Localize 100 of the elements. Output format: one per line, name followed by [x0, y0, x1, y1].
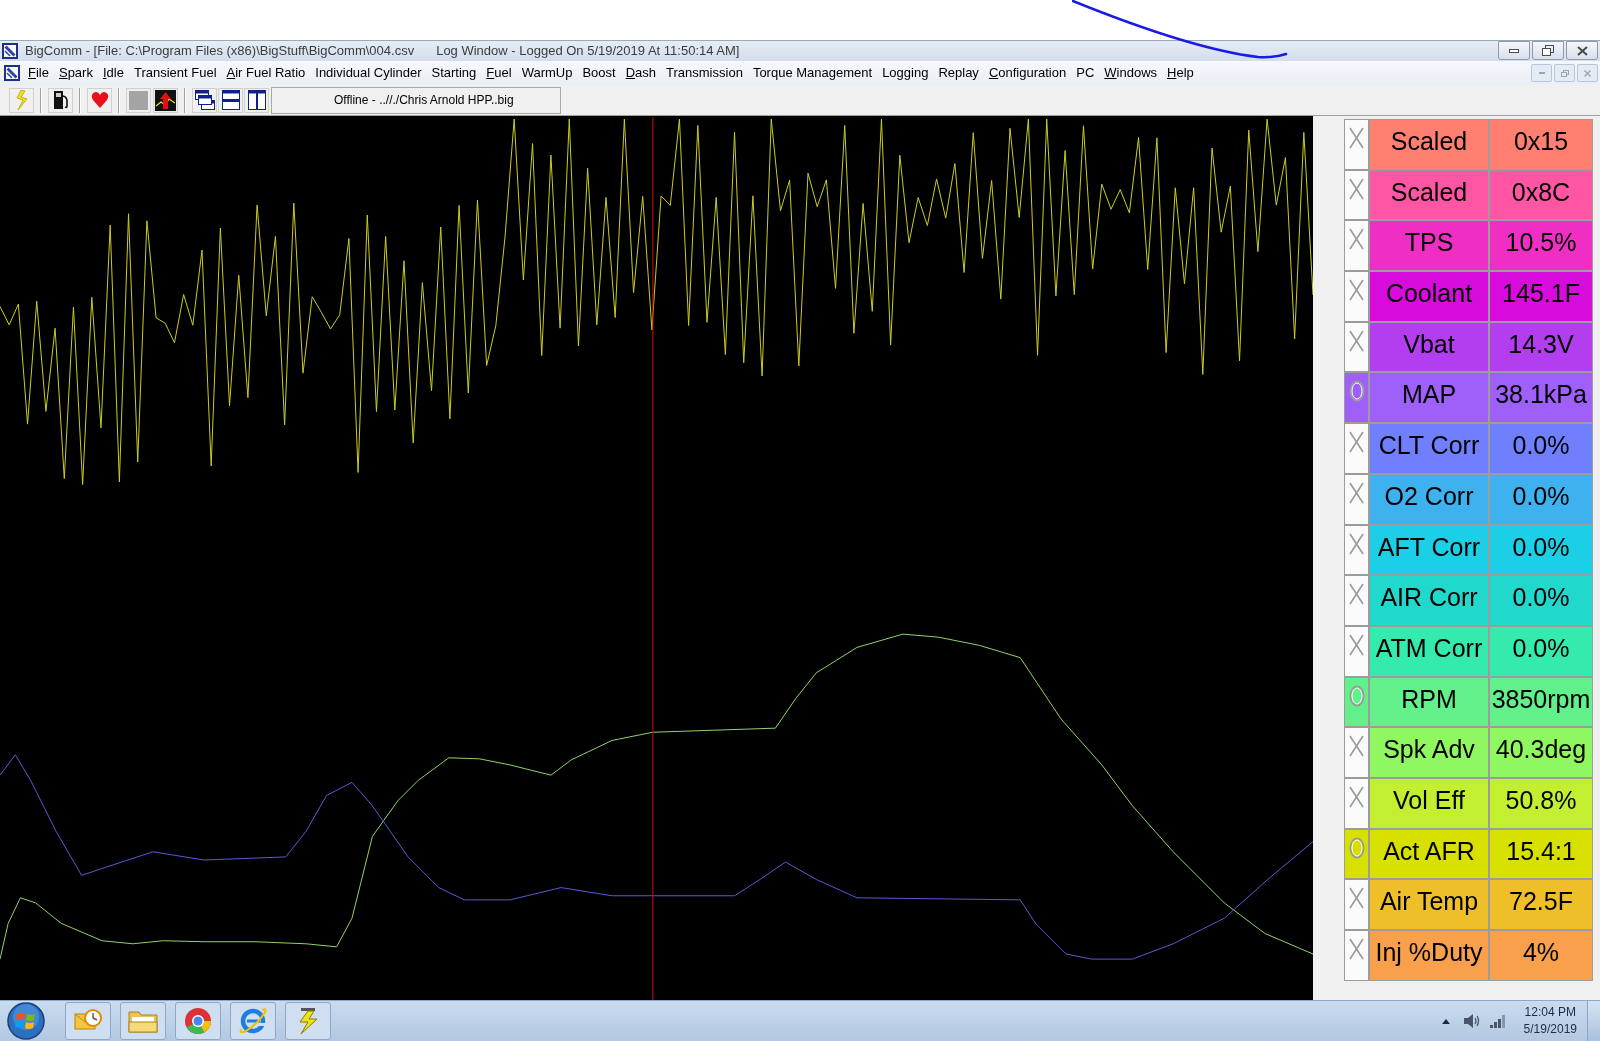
- plot-toggle[interactable]: [1344, 119, 1369, 170]
- channel-name: Scaled: [1369, 119, 1489, 170]
- plot-toggle[interactable]: [1344, 473, 1369, 525]
- browser-button[interactable]: [175, 1002, 221, 1040]
- channel-name: Vbat: [1369, 321, 1489, 373]
- lightning-button[interactable]: [9, 87, 34, 113]
- tile-vertical-button[interactable]: [244, 87, 269, 113]
- menu-item[interactable]: WarmUp: [516, 63, 578, 83]
- restore-icon: [1560, 69, 1569, 77]
- minimize-button[interactable]: [1498, 41, 1530, 60]
- x-icon: [1349, 228, 1364, 251]
- channel-value: 72.5F: [1489, 879, 1593, 930]
- plot-toggle[interactable]: [1344, 828, 1369, 880]
- channel-name: RPM: [1369, 676, 1489, 728]
- channel-name: Spk Adv: [1369, 727, 1489, 778]
- square-icon: [129, 90, 148, 110]
- channel-value: 0.0%: [1489, 625, 1593, 677]
- channel-value: 0x8C: [1489, 169, 1593, 221]
- plot-toggle[interactable]: [1344, 777, 1369, 829]
- lightning-icon: [14, 90, 29, 110]
- plot-toggle[interactable]: [1344, 625, 1369, 677]
- minimize-icon: [1538, 72, 1545, 74]
- cascade-windows-button[interactable]: [192, 87, 217, 113]
- signal-bars-icon: [1489, 1014, 1506, 1028]
- document-logo-icon: [4, 65, 20, 81]
- x-icon: [1349, 735, 1364, 758]
- start-button[interactable]: [6, 1002, 46, 1040]
- plot-toggle[interactable]: [1344, 676, 1369, 728]
- plot-toggle[interactable]: [1344, 879, 1369, 930]
- menu-item[interactable]: Fuel: [481, 63, 517, 83]
- chart-arrow-button[interactable]: [153, 87, 178, 113]
- clock-time: 12:04 PM: [1524, 1004, 1576, 1021]
- plot-toggle[interactable]: [1344, 169, 1369, 221]
- heart-icon: [90, 91, 109, 109]
- channel-value: 38.1kPa: [1489, 372, 1593, 424]
- heart-button[interactable]: [87, 87, 112, 113]
- channel-name: Vol Eff: [1369, 777, 1489, 829]
- tile-horizontal-button[interactable]: [218, 87, 243, 113]
- menu-item[interactable]: Individual Cylinder: [310, 63, 427, 83]
- close-icon: [1576, 45, 1588, 56]
- lightning-app-button[interactable]: [285, 1002, 331, 1040]
- window-title: BigComm - [File: C:\Program Files (x86)\BigStuff\BigComm\004.csv: [25, 42, 415, 61]
- channel-name: O2 Corr: [1369, 473, 1489, 525]
- app-logo-icon: [2, 43, 18, 59]
- menu-item[interactable]: PC: [1071, 63, 1100, 83]
- plot-toggle[interactable]: [1344, 930, 1369, 981]
- channel-name: AFT Corr: [1369, 524, 1489, 576]
- minimize-icon: [1509, 48, 1519, 53]
- menu-item[interactable]: Logging: [877, 63, 934, 83]
- volume-button[interactable]: [1461, 1011, 1482, 1031]
- plot-toggle[interactable]: [1344, 220, 1369, 272]
- fuel-pump-button[interactable]: [48, 87, 73, 113]
- fuel-pump-icon: [52, 90, 69, 110]
- menu-item[interactable]: Starting: [426, 63, 482, 83]
- menu-item[interactable]: File: [23, 63, 54, 83]
- speaker-icon: [1462, 1013, 1481, 1029]
- x-icon: [1349, 329, 1364, 352]
- menu-item[interactable]: Help: [1162, 63, 1199, 83]
- close-button[interactable]: [1566, 41, 1598, 60]
- x-icon: [1349, 583, 1364, 606]
- cascade-windows-icon: [194, 90, 215, 110]
- show-desktop-button[interactable]: [1587, 1001, 1600, 1041]
- menu-item[interactable]: Configuration: [983, 63, 1072, 83]
- menu-item[interactable]: Transient Fuel: [128, 63, 222, 83]
- menu-item[interactable]: Boost: [577, 63, 621, 83]
- menu-item[interactable]: Spark: [53, 63, 98, 83]
- channel-value: 145.1F: [1489, 271, 1593, 322]
- plot-toggle[interactable]: [1344, 321, 1369, 373]
- web-browser-button[interactable]: [230, 1002, 276, 1040]
- plot-toggle[interactable]: [1344, 423, 1369, 474]
- channel-name: Coolant: [1369, 271, 1489, 322]
- clock-date: 5/19/2019: [1523, 1021, 1577, 1038]
- caret-up-icon: [1441, 1018, 1450, 1024]
- plot-toggle[interactable]: [1344, 524, 1369, 576]
- menu-item[interactable]: Dash: [620, 63, 662, 83]
- status-field: Offline - ..//./Chris Arnold HPP..big: [271, 86, 561, 114]
- folder-button[interactable]: [120, 1002, 166, 1040]
- menu-item[interactable]: Torque Management: [747, 63, 878, 83]
- restore-button[interactable]: [1532, 41, 1564, 60]
- menu-item[interactable]: Transmission: [661, 63, 748, 83]
- ring-icon: [1348, 684, 1365, 707]
- channel-value: 0.0%: [1489, 423, 1593, 474]
- plot-toggle[interactable]: [1344, 575, 1369, 626]
- mail-clock-button[interactable]: [65, 1002, 111, 1040]
- plot-toggle[interactable]: [1344, 727, 1369, 778]
- channel-name: CLT Corr: [1369, 423, 1489, 474]
- channel-value: 14.3V: [1489, 321, 1593, 373]
- document-title: Log Window - Logged On 5/19/2019 At 11:50:14 AM]: [436, 42, 740, 61]
- plot-toggle[interactable]: [1344, 271, 1369, 322]
- channel-name: Act AFR: [1369, 828, 1489, 880]
- windows-logo-icon: [7, 1002, 45, 1040]
- menu-item[interactable]: Replay: [933, 63, 984, 83]
- plot-toggle[interactable]: [1344, 372, 1369, 424]
- x-icon: [1349, 938, 1364, 960]
- menu-item[interactable]: Idle: [97, 63, 129, 83]
- channel-name: AIR Corr: [1369, 575, 1489, 626]
- menu-item[interactable]: Air Fuel Ratio: [221, 63, 311, 83]
- menu-item[interactable]: Windows: [1099, 63, 1163, 83]
- folder-icon: [128, 1009, 158, 1033]
- channel-value: 0.0%: [1489, 575, 1593, 626]
